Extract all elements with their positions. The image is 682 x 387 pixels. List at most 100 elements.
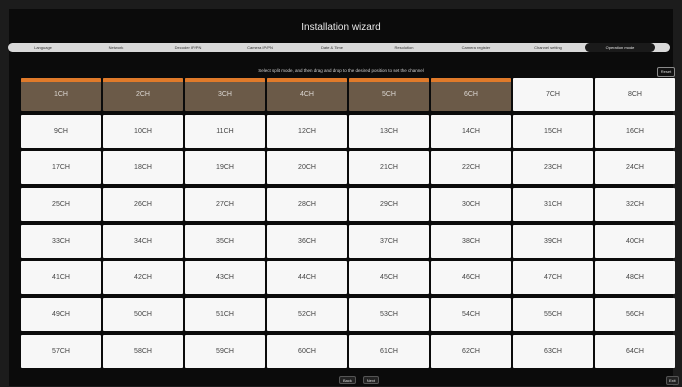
channel-cell[interactable]: 33CH: [21, 224, 101, 258]
channel-label: 17CH: [52, 164, 70, 172]
channel-cell[interactable]: 12CH: [267, 114, 347, 148]
channel-label: 47CH: [544, 274, 562, 282]
channel-cell[interactable]: 54CH: [431, 298, 511, 332]
channel-label: 58CH: [134, 347, 152, 355]
channel-cell[interactable]: 39CH: [513, 224, 593, 258]
channel-cell[interactable]: 61CH: [349, 334, 429, 368]
step-date-time: Date & Time: [320, 45, 343, 50]
exit-button[interactable]: Exit: [666, 376, 679, 385]
channel-cell[interactable]: 5CH: [349, 78, 429, 111]
channel-cell[interactable]: 52CH: [267, 298, 347, 332]
channel-label: 16CH: [626, 127, 644, 135]
channel-cell[interactable]: 2CH: [103, 78, 183, 111]
channel-label: 30CH: [462, 201, 480, 209]
channel-cell[interactable]: 11CH: [185, 114, 265, 148]
channel-label: 23CH: [544, 164, 562, 172]
channel-cell[interactable]: 35CH: [185, 224, 265, 258]
channel-label: 29CH: [380, 201, 398, 209]
channel-label: 12CH: [298, 127, 316, 135]
channel-cell[interactable]: 45CH: [349, 261, 429, 295]
channel-label: 51CH: [216, 311, 234, 319]
channel-cell[interactable]: 36CH: [267, 224, 347, 258]
channel-cell[interactable]: 55CH: [513, 298, 593, 332]
channel-cell[interactable]: 6CH: [431, 78, 511, 111]
channel-label: 53CH: [380, 311, 398, 319]
reset-button[interactable]: Reset: [657, 67, 675, 77]
channel-cell[interactable]: 59CH: [185, 334, 265, 368]
channel-label: 41CH: [52, 274, 70, 282]
channel-cell[interactable]: 58CH: [103, 334, 183, 368]
channel-cell[interactable]: 57CH: [21, 334, 101, 368]
channel-cell[interactable]: 42CH: [103, 261, 183, 295]
step-channel-setting: Channel setting: [534, 45, 562, 50]
channel-cell[interactable]: 14CH: [431, 114, 511, 148]
channel-cell[interactable]: 26CH: [103, 188, 183, 222]
channel-cell[interactable]: 32CH: [595, 188, 675, 222]
channel-cell[interactable]: 64CH: [595, 334, 675, 368]
channel-label: 3CH: [217, 91, 232, 98]
channel-cell[interactable]: 16CH: [595, 114, 675, 148]
channel-cell[interactable]: 51CH: [185, 298, 265, 332]
channel-label: 45CH: [380, 274, 398, 282]
channel-cell[interactable]: 31CH: [513, 188, 593, 222]
channel-label: 14CH: [462, 127, 480, 135]
channel-cell[interactable]: 41CH: [21, 261, 101, 295]
channel-cell[interactable]: 20CH: [267, 151, 347, 185]
channel-cell[interactable]: 27CH: [185, 188, 265, 222]
channel-cell[interactable]: 25CH: [21, 188, 101, 222]
channel-cell[interactable]: 15CH: [513, 114, 593, 148]
channel-label: 9CH: [53, 127, 68, 135]
channel-label: 18CH: [134, 164, 152, 172]
channel-cell[interactable]: 49CH: [21, 298, 101, 332]
channel-label: 25CH: [52, 201, 70, 209]
channel-cell[interactable]: 10CH: [103, 114, 183, 148]
camera-label-bar: [431, 78, 511, 82]
channel-cell[interactable]: 47CH: [513, 261, 593, 295]
channel-cell[interactable]: 43CH: [185, 261, 265, 295]
channel-cell[interactable]: 50CH: [103, 298, 183, 332]
channel-label: 59CH: [216, 347, 234, 355]
channel-cell[interactable]: 4CH: [267, 78, 347, 111]
back-button[interactable]: Back: [339, 376, 356, 384]
channel-label: 20CH: [298, 164, 316, 172]
channel-label: 48CH: [626, 274, 644, 282]
channel-cell[interactable]: 46CH: [431, 261, 511, 295]
channel-cell[interactable]: 9CH: [21, 114, 101, 148]
step-operation-mode: Operation mode: [585, 43, 655, 52]
channel-cell[interactable]: 34CH: [103, 224, 183, 258]
channel-cell[interactable]: 3CH: [185, 78, 265, 111]
channel-cell[interactable]: 53CH: [349, 298, 429, 332]
channel-cell[interactable]: 18CH: [103, 151, 183, 185]
channel-cell[interactable]: 13CH: [349, 114, 429, 148]
channel-label: 28CH: [298, 201, 316, 209]
channel-cell[interactable]: 38CH: [431, 224, 511, 258]
channel-cell[interactable]: 30CH: [431, 188, 511, 222]
channel-cell[interactable]: 1CH: [21, 78, 101, 111]
step-camera-register: Camera register: [461, 45, 491, 50]
channel-cell[interactable]: 48CH: [595, 261, 675, 295]
channel-label: 61CH: [380, 347, 398, 355]
channel-cell[interactable]: 19CH: [185, 151, 265, 185]
channel-cell[interactable]: 22CH: [431, 151, 511, 185]
channel-cell[interactable]: 44CH: [267, 261, 347, 295]
channel-cell[interactable]: 62CH: [431, 334, 511, 368]
channel-cell[interactable]: 28CH: [267, 188, 347, 222]
channel-cell[interactable]: 60CH: [267, 334, 347, 368]
channel-label: 2CH: [135, 91, 150, 98]
channel-cell[interactable]: 24CH: [595, 151, 675, 185]
next-button[interactable]: Next: [362, 376, 379, 384]
channel-cell[interactable]: 23CH: [513, 151, 593, 185]
step-indicator: Language Network Decoder IP/PN Camera IP/PN…: [8, 43, 670, 52]
channel-label: 6CH: [463, 91, 478, 98]
channel-cell[interactable]: 63CH: [513, 334, 593, 368]
channel-cell[interactable]: 7CH: [513, 78, 593, 111]
channel-label: 62CH: [462, 347, 480, 355]
channel-cell[interactable]: 17CH: [21, 151, 101, 185]
channel-cell[interactable]: 21CH: [349, 151, 429, 185]
channel-cell[interactable]: 8CH: [595, 78, 675, 111]
channel-cell[interactable]: 56CH: [595, 298, 675, 332]
channel-cell[interactable]: 37CH: [349, 224, 429, 258]
channel-cell[interactable]: 40CH: [595, 224, 675, 258]
channel-cell[interactable]: 29CH: [349, 188, 429, 222]
channel-label: 52CH: [298, 311, 316, 319]
